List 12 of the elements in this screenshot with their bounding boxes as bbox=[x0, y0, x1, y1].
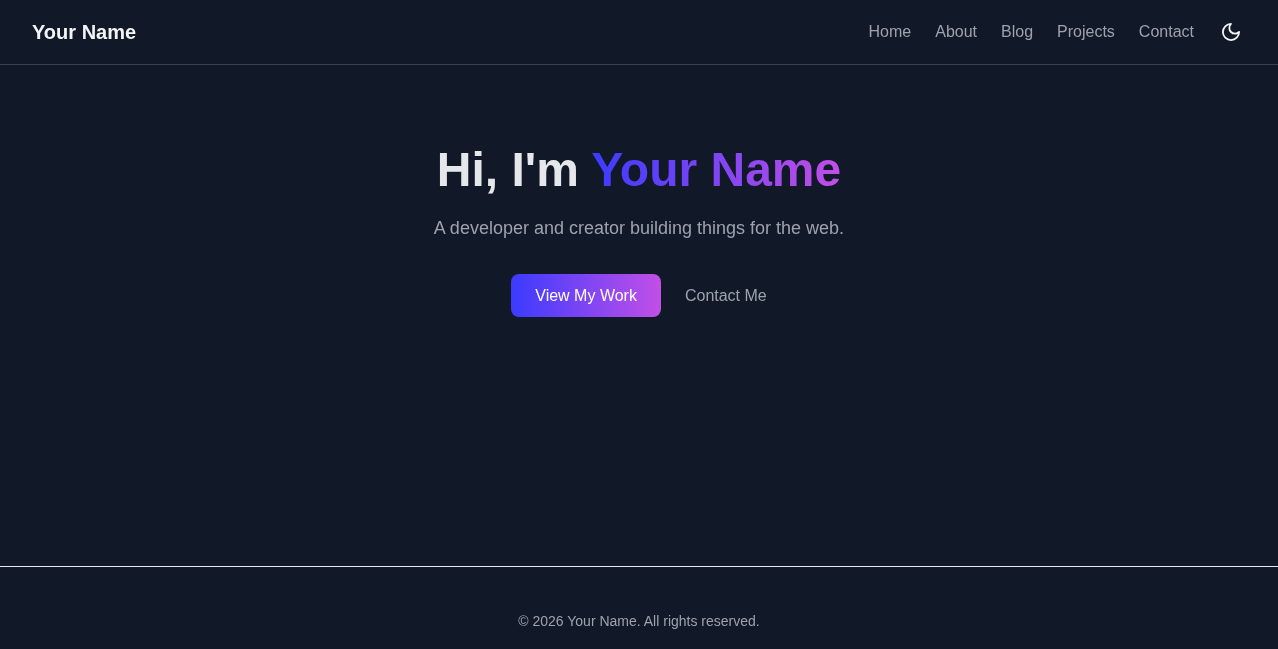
nav-link[interactable]: Home bbox=[868, 23, 912, 41]
nav-link[interactable]: Contact bbox=[1138, 23, 1194, 41]
nav-link[interactable]: About bbox=[935, 23, 978, 41]
hero-subtitle: A developer and creator building things for the web. bbox=[433, 216, 845, 240]
site-logo[interactable]: Your Name bbox=[32, 20, 137, 44]
moon-icon bbox=[1222, 23, 1240, 41]
copyright-text: © 2026 Your Name. All rights reserved. bbox=[518, 612, 760, 631]
nav-link[interactable]: Projects bbox=[1057, 23, 1115, 41]
theme-toggle-button[interactable] bbox=[1220, 21, 1242, 43]
secondary-button[interactable]: Contact Me bbox=[684, 273, 767, 317]
primary-button[interactable]: View My Work bbox=[511, 273, 661, 317]
nav-link[interactable]: Blog bbox=[1001, 23, 1034, 41]
